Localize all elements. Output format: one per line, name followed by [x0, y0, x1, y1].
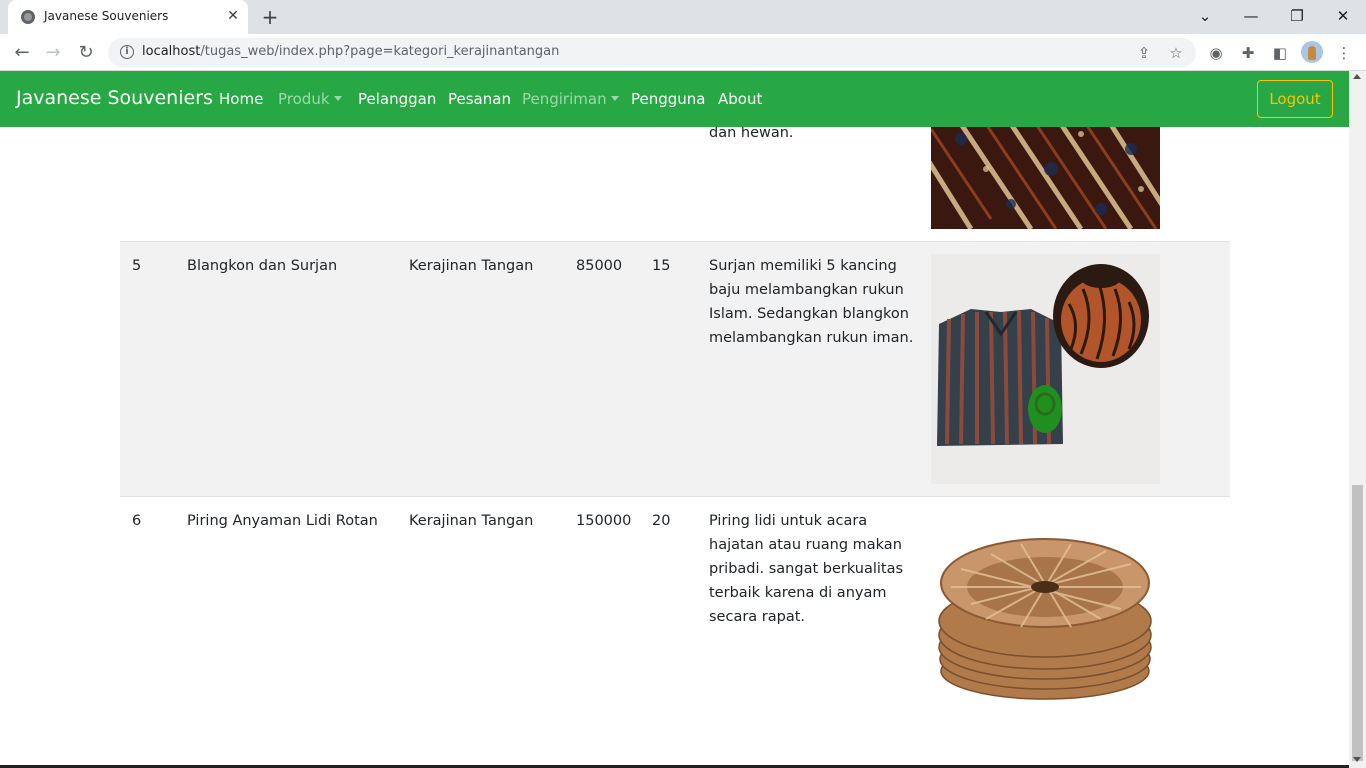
navbar-brand[interactable]: Javanese Souveniers [16, 87, 213, 109]
row-price: 85000 [576, 258, 623, 274]
reload-icon[interactable]: ↻ [73, 40, 99, 66]
chevron-down-icon [333, 96, 342, 101]
share-icon[interactable]: ⇪ [1134, 43, 1154, 63]
row-price: 150000 [576, 513, 632, 529]
row-description: Surjan memiliki 5 kancing baju melambang… [709, 258, 914, 346]
row-category: Kerajinan Tangan [409, 513, 534, 529]
page-viewport: Javanese Souveniers Home Produk Pelangga… [0, 71, 1349, 768]
extensions-puzzle-icon[interactable]: ✚ [1237, 42, 1259, 64]
row-stock: 20 [652, 513, 671, 529]
bookmark-star-icon[interactable]: ☆ [1166, 43, 1186, 63]
globe-icon [21, 10, 35, 24]
row-stock: 15 [652, 258, 671, 274]
address-bar[interactable]: i localhost/tugas_web/index.php?page=kat… [108, 38, 1196, 67]
close-window-button[interactable]: ✕ [1320, 4, 1366, 28]
profile-avatar[interactable] [1301, 41, 1323, 63]
scroll-down-icon[interactable] [1353, 757, 1361, 762]
logout-button[interactable]: Logout [1257, 80, 1333, 118]
forward-arrow-icon[interactable]: → [40, 40, 66, 66]
row-category: Kerajinan Tangan [409, 258, 534, 274]
nav-pengguna[interactable]: Pengguna [631, 90, 706, 108]
nav-pelanggan[interactable]: Pelanggan [358, 90, 436, 108]
tab-search-icon[interactable]: ⌄ [1182, 4, 1228, 28]
tab-title: Javanese Souveniers [44, 9, 169, 23]
info-icon[interactable]: i [120, 45, 134, 59]
table-row: 5 Blangkon dan Surjan Kerajinan Tangan 8… [120, 241, 1230, 496]
back-arrow-icon[interactable]: ← [9, 40, 35, 66]
panda-extension-icon[interactable]: ◉ [1205, 42, 1227, 64]
row-product-name: Piring Anyaman Lidi Rotan [187, 513, 378, 529]
row-number: 6 [132, 513, 142, 529]
page-scrollbar[interactable] [1349, 71, 1366, 768]
rattan-plate-image [931, 509, 1160, 709]
table-row: 6 Piring Anyaman Lidi Rotan Kerajinan Ta… [120, 496, 1230, 768]
tab-close-icon[interactable]: ✕ [224, 7, 242, 25]
scrollbar-thumb[interactable] [1352, 485, 1363, 761]
nav-about[interactable]: About [718, 90, 762, 108]
restore-button[interactable]: ❐ [1274, 4, 1320, 28]
batik-image [918, 107, 1174, 231]
row-product-name: Blangkon dan Surjan [187, 258, 338, 274]
minimize-button[interactable]: — [1228, 4, 1274, 28]
row-number: 5 [132, 258, 142, 274]
browser-tab-strip: Javanese Souveniers ✕ + ⌄ — ❐ ✕ [0, 0, 1366, 34]
product-table: dan hewan. 5 Blangkon dan Surjan Kerajin… [120, 71, 1230, 768]
chevron-down-icon [610, 96, 619, 101]
blangkon-surjan-image [931, 254, 1160, 484]
nav-pesanan[interactable]: Pesanan [448, 90, 511, 108]
new-tab-button[interactable]: + [258, 5, 282, 29]
browser-tab[interactable]: Javanese Souveniers ✕ [8, 0, 248, 34]
site-navbar: Javanese Souveniers Home Produk Pelangga… [0, 71, 1349, 127]
nav-pengiriman-dropdown[interactable]: Pengiriman [522, 90, 619, 108]
row-description: Piring lidi untuk acara hajatan atau rua… [709, 513, 904, 625]
url-text[interactable]: localhost/tugas_web/index.php?page=kateg… [142, 44, 559, 59]
scroll-up-icon[interactable] [1353, 74, 1361, 79]
nav-produk-dropdown[interactable]: Produk [278, 90, 342, 108]
side-panel-icon[interactable]: ◧ [1269, 42, 1291, 64]
browser-toolbar: ← → ↻ i localhost/tugas_web/index.php?pa… [0, 34, 1366, 71]
menu-kebab-icon[interactable]: ⋮ [1333, 42, 1355, 64]
nav-home[interactable]: Home [219, 90, 263, 108]
